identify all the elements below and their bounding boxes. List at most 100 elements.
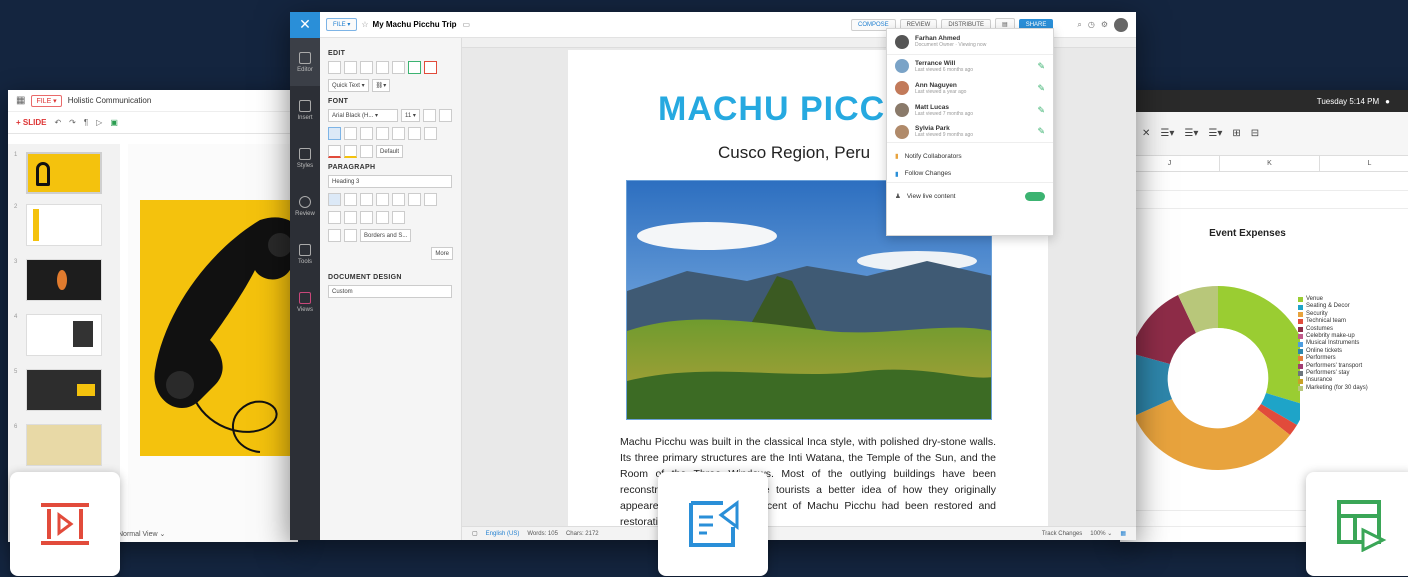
avatar[interactable] [1114,17,1128,32]
sidebar-item-review[interactable]: Review [290,182,320,230]
close-icon[interactable]: ✕ [1142,128,1150,139]
folder-icon[interactable]: ▭ [463,20,471,29]
columns-icon[interactable] [344,229,357,242]
paste-icon[interactable] [392,61,405,74]
document-design-select[interactable]: Custom [328,285,452,298]
help-icon[interactable]: ● [1385,97,1390,106]
edit-permission-icon[interactable]: ✎ [1037,105,1045,116]
new-slide-button[interactable]: + SLIDE [16,118,46,127]
multilevel-icon[interactable] [360,211,373,224]
font-family-select[interactable]: Arial Black (H... ▾ [328,109,398,122]
highlight-icon[interactable] [344,145,357,158]
slide-thumbnail[interactable] [26,204,102,246]
slide-thumbnail[interactable] [26,259,102,301]
collaborator-row[interactable]: Terrance Will Last viewed 6 months ago ✎ [887,55,1053,77]
shading-icon[interactable] [392,211,405,224]
indent-icon[interactable] [392,193,405,206]
border-icon[interactable] [328,229,341,242]
justify-icon[interactable] [376,193,389,206]
zoom-selector[interactable]: 100% ⌄ [1090,530,1112,537]
align-right-icon[interactable] [360,193,373,206]
superscript-button[interactable] [392,127,405,140]
view-mode-selector[interactable]: Normal View ⌄ [118,530,165,538]
slide-thumbnail[interactable] [26,152,102,194]
pilcrow-icon[interactable] [376,211,389,224]
document-title[interactable]: My Machu Picchu Trip [373,20,457,29]
view-live-content-item[interactable]: ♟ View live content [887,187,1053,205]
decrease-font-icon[interactable] [438,109,452,122]
edit-permission-icon[interactable]: ✎ [1037,126,1045,137]
document-heading[interactable]: MACHU PICC [658,90,885,129]
gear-icon[interactable]: ⚙ [1101,20,1108,29]
slide-thumbnail[interactable] [26,369,102,411]
format-painter-icon[interactable] [408,61,421,74]
slide-thumbnail[interactable] [26,424,102,466]
align-center-icon[interactable] [344,193,357,206]
insert-link-icon[interactable]: ⛓▾ [371,79,391,92]
font-size-select[interactable]: 11 ▾ [401,109,420,122]
numbering-icon[interactable] [344,211,357,224]
collaborator-row[interactable]: Sylvia Park Last viewed 9 months ago ✎ [887,121,1053,143]
sheet-app-card[interactable] [1306,472,1408,576]
sidebar-item-editor[interactable]: Editor [290,38,320,86]
grid-icon[interactable]: ⊟ [1251,128,1259,139]
default-button[interactable]: Default [376,145,404,158]
sidebar-item-insert[interactable]: Insert [290,86,320,134]
edit-permission-icon[interactable]: ✎ [1037,61,1045,72]
spacing-icon[interactable] [424,193,437,206]
column-header[interactable]: L [1320,156,1408,171]
column-header[interactable]: K [1220,156,1320,171]
align-left-icon[interactable]: ☰▾ [1160,128,1174,139]
font-color-icon[interactable] [328,145,341,158]
align-right-icon[interactable]: ☰▾ [1208,128,1222,139]
collaborator-row[interactable]: Ann Naguyen Last viewed a year ago ✎ [887,77,1053,99]
undo-icon[interactable]: ↶ [54,118,61,127]
outdent-icon[interactable] [408,193,421,206]
align-left-icon[interactable] [328,193,341,206]
undo-icon[interactable] [328,61,341,74]
borders-shading-button[interactable]: Borders and S... [360,229,412,242]
merge-icon[interactable]: ⊞ [1232,128,1240,139]
presentation-file-menu[interactable]: FILE ▾ [31,94,62,107]
sidebar-item-tools[interactable]: Tools [290,230,320,278]
sidebar-item-views[interactable]: Views [290,278,320,326]
search-icon[interactable]: ⌕ [1077,20,1081,30]
collaborator-row[interactable]: Matt Lucas Last viewed 7 months ago ✎ [887,99,1053,121]
italic-button[interactable] [344,127,357,140]
star-icon[interactable]: ☆ [361,20,368,29]
slide-thumbnail[interactable] [26,314,102,356]
writer-app-card[interactable] [658,472,768,576]
live-content-toggle[interactable] [1025,191,1045,201]
line-spacing-icon[interactable] [360,145,373,158]
strikethrough-button[interactable] [376,127,389,140]
writer-file-menu[interactable]: FILE ▾ [326,18,358,31]
comment-icon[interactable]: ▢ [472,530,478,537]
copy-icon[interactable] [376,61,389,74]
more-button[interactable]: More [431,247,453,260]
cut-icon[interactable] [360,61,373,74]
clock-icon[interactable]: ◷ [1088,20,1095,29]
increase-font-icon[interactable] [422,109,436,122]
current-slide[interactable] [140,200,298,456]
underline-button[interactable] [360,127,373,140]
donut-chart[interactable] [1120,260,1300,490]
quick-text-button[interactable]: Quick Text ▾ [328,79,369,92]
notify-collaborators-item[interactable]: ▮ Notify Collaborators [887,147,1053,165]
paragraph-style-select[interactable]: Heading 3 [328,175,452,188]
document-subheading[interactable]: Cusco Region, Peru [718,143,870,163]
change-case-button[interactable] [424,127,437,140]
track-changes-toggle[interactable]: Track Changes [1042,531,1082,537]
sidebar-item-styles[interactable]: Styles [290,134,320,182]
language-selector[interactable]: English (US) [486,531,520,537]
table-icon[interactable]: ▣ [110,118,118,127]
show-app-card[interactable] [10,472,120,576]
align-center-icon[interactable]: ☰▾ [1184,128,1198,139]
redo-icon[interactable]: ↷ [69,118,76,127]
layout-icon[interactable]: ▦ [1120,530,1126,537]
subscript-button[interactable] [408,127,421,140]
bullets-icon[interactable] [328,211,341,224]
close-icon[interactable]: ✕ [290,12,320,38]
app-grid-icon[interactable]: ▦ [16,95,25,106]
format-icon[interactable]: ¶ [84,118,88,127]
follow-changes-item[interactable]: ▮ Follow Changes [887,165,1053,183]
